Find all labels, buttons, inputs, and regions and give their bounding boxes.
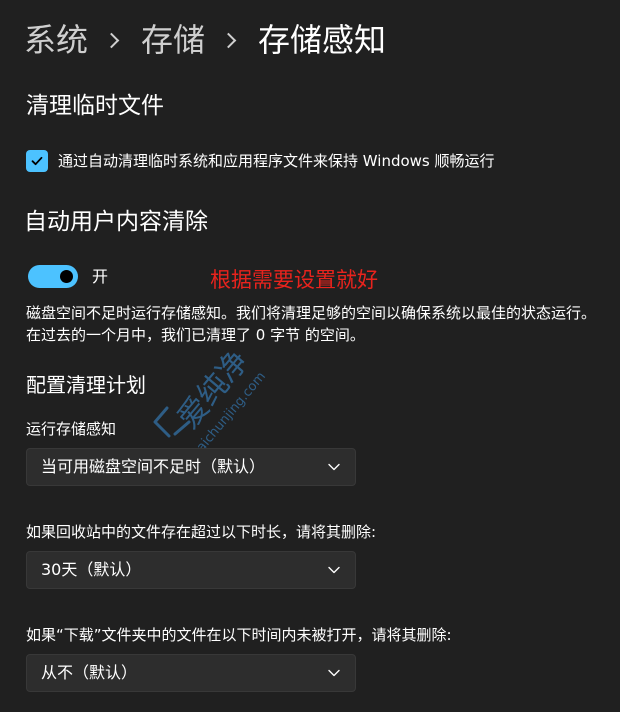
aichunjing-logo-icon: 爱纯净 aichunjing.com [153, 344, 269, 455]
toggle-state-label: 开 [92, 267, 109, 286]
breadcrumb-item-storage[interactable]: 存储 [141, 18, 205, 62]
recycle-bin-value: 30天（默认） [41, 560, 142, 579]
chevron-down-icon [328, 669, 340, 677]
toggle-knob [60, 270, 73, 283]
checkmark-icon [31, 156, 43, 166]
downloads-dropdown[interactable]: 从不（默认） [26, 654, 356, 692]
storage-sense-description: 磁盘空间不足时运行存储感知。我们将清理足够的空间以确保系统以最佳的状态运行。 在… [26, 304, 597, 344]
recycle-bin-dropdown[interactable]: 30天（默认） [26, 551, 356, 589]
run-storage-sense-label: 运行存储感知 [26, 420, 117, 438]
temp-files-heading: 清理临时文件 [26, 93, 164, 119]
auto-cleanup-heading: 自动用户内容清除 [24, 209, 208, 235]
storage-sense-toggle[interactable] [28, 265, 78, 288]
run-storage-sense-dropdown[interactable]: 当可用磁盘空间不足时（默认） [26, 448, 356, 486]
chevron-right-icon [220, 32, 237, 48]
downloads-value: 从不（默认） [41, 663, 138, 682]
schedule-heading: 配置清理计划 [26, 373, 146, 397]
breadcrumb-item-system[interactable]: 系统 [24, 18, 88, 62]
watermark-url: aichunjing.com [194, 369, 269, 455]
temp-files-checkbox[interactable] [26, 150, 48, 172]
temp-files-checkbox-label[interactable]: 通过自动清理临时系统和应用程序文件来保持 Windows 顺畅运行 [58, 150, 495, 172]
downloads-label: 如果“下载”文件夹中的文件在以下时间内未被打开，请将其删除: [26, 626, 452, 644]
page-title: 存储感知 [258, 21, 387, 59]
breadcrumb: 系统 存储 存储感知 [24, 18, 386, 62]
recycle-bin-label: 如果回收站中的文件存在超过以下时长，请将其删除: [26, 523, 377, 541]
watermark-text: 爱纯净 [171, 344, 256, 435]
chevron-down-icon [328, 463, 340, 471]
chevron-down-icon [328, 566, 340, 574]
watermark-logo: 爱纯净 aichunjing.com [145, 330, 285, 460]
run-storage-sense-value: 当可用磁盘空间不足时（默认） [41, 457, 266, 476]
annotation-text: 根据需要设置就好 [210, 268, 378, 292]
chevron-right-icon [103, 32, 120, 48]
